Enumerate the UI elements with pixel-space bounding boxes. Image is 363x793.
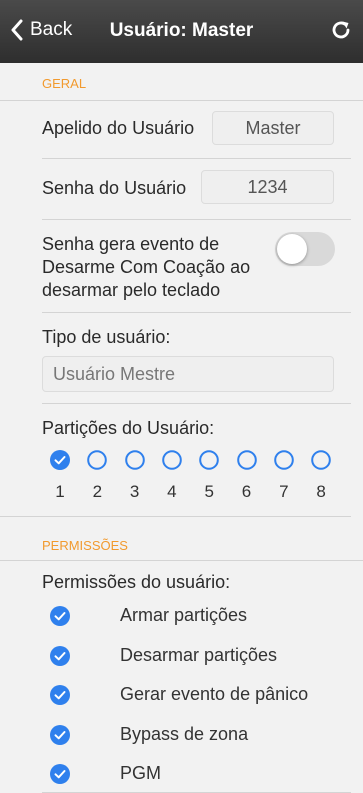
particao-checkbox[interactable] <box>199 450 219 470</box>
tipo-select[interactable]: Usuário Mestre <box>42 356 334 392</box>
permissao-label: Armar partições <box>120 605 248 625</box>
check-circle-icon <box>50 645 70 666</box>
divider <box>42 403 351 404</box>
apelido-label: Apelido do Usuário <box>42 118 195 138</box>
particao-checkbox[interactable] <box>87 450 108 470</box>
apelido-field[interactable]: Master <box>212 111 334 145</box>
particao-checkbox[interactable] <box>236 450 257 470</box>
coacao-toggle[interactable] <box>275 232 335 266</box>
particao-checkbox[interactable] <box>124 450 145 470</box>
refresh-icon <box>332 21 350 39</box>
refresh-button[interactable] <box>329 18 353 47</box>
circle-icon <box>199 450 219 470</box>
check-circle-icon <box>50 450 70 470</box>
divider <box>42 312 351 313</box>
particao-number: 1 <box>55 482 65 501</box>
permissao-checkbox[interactable] <box>50 724 70 745</box>
circle-icon <box>236 450 257 470</box>
circle-icon <box>273 450 294 470</box>
coacao-label-line: Desarme Com Coação ao <box>42 257 251 277</box>
circle-icon <box>162 450 182 470</box>
circle-icon <box>311 450 331 470</box>
permissao-label: PGM <box>120 763 162 783</box>
section-header-geral: GERAL <box>42 76 87 91</box>
check-circle-icon <box>50 685 70 705</box>
permissao-checkbox[interactable] <box>50 764 70 784</box>
particao-checkbox[interactable] <box>273 450 294 470</box>
permissao-checkbox[interactable] <box>50 645 70 666</box>
check-circle-icon <box>50 764 70 784</box>
particao-checkbox[interactable] <box>50 450 70 470</box>
tipo-label: Tipo de usuário: <box>42 327 171 347</box>
toggle-knob <box>277 234 307 264</box>
permissao-label: Desarmar partições <box>120 644 278 665</box>
particao-number: 4 <box>167 482 177 501</box>
divider <box>42 219 351 220</box>
permissao-checkbox[interactable] <box>50 606 70 626</box>
navigation-bar: Back Usuário: Master <box>0 0 363 63</box>
divider <box>0 100 363 101</box>
particao-number: 8 <box>316 482 326 501</box>
particao-number: 3 <box>129 482 140 501</box>
coacao-label-line: Senha gera evento de <box>42 234 220 254</box>
section-header-permissoes: PERMISSÕES <box>42 538 128 553</box>
particao-number: 6 <box>241 482 252 501</box>
check-circle-icon <box>50 724 70 745</box>
divider <box>0 516 351 517</box>
particao-number: 5 <box>204 482 214 501</box>
coacao-label-line: desarmar pelo teclado <box>42 280 221 300</box>
particoes-label: Partições do Usuário: <box>42 418 215 438</box>
senha-field[interactable]: 1234 <box>201 170 334 204</box>
particao-number: 2 <box>92 482 103 501</box>
permissao-checkbox[interactable] <box>50 685 70 705</box>
particao-checkbox[interactable] <box>162 450 182 470</box>
page-title: Usuário: Master <box>109 20 254 41</box>
circle-icon <box>87 450 108 470</box>
divider <box>42 158 351 159</box>
circle-icon <box>124 450 145 470</box>
particao-number: 7 <box>279 482 289 501</box>
check-circle-icon <box>50 606 70 626</box>
permissao-label: Bypass de zona <box>120 723 249 744</box>
permissoes-label: Permissões do usuário: <box>42 572 231 592</box>
particao-checkbox[interactable] <box>311 450 331 470</box>
divider <box>0 560 363 561</box>
coacao-label: Senha gera evento de Desarme Com Coação … <box>42 233 250 302</box>
senha-label: Senha do Usuário <box>42 178 187 198</box>
permissao-label: Gerar evento de pânico <box>120 684 309 704</box>
